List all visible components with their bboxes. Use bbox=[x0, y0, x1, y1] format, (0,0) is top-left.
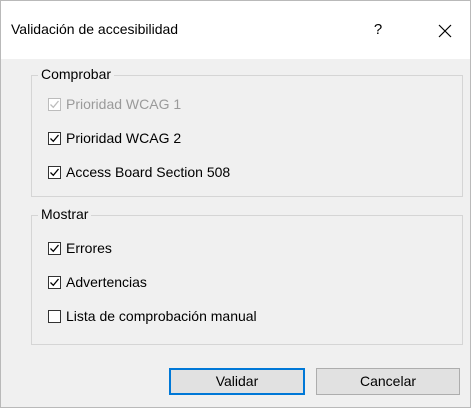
dialog-title: Validación de accesibilidad bbox=[11, 21, 179, 37]
wcag2-checkbox[interactable]: Prioridad WCAG 2 bbox=[48, 128, 181, 148]
show-group-legend: Mostrar bbox=[38, 206, 92, 222]
errors-label: Errores bbox=[66, 240, 112, 256]
checkbox-box bbox=[48, 165, 61, 179]
check-icon bbox=[50, 100, 60, 108]
cancel-button[interactable]: Cancelar bbox=[316, 368, 460, 395]
errors-checkbox[interactable]: Errores bbox=[48, 238, 112, 258]
checkbox-box bbox=[48, 309, 61, 323]
warnings-checkbox[interactable]: Advertencias bbox=[48, 272, 147, 292]
checkbox-box bbox=[48, 275, 61, 289]
checkbox-box bbox=[48, 97, 61, 111]
validate-button[interactable]: Validar bbox=[169, 368, 305, 395]
check-group: Comprobar Prioridad WCAG 1 Prioridad WCA… bbox=[31, 66, 463, 197]
warnings-label: Advertencias bbox=[66, 274, 147, 290]
title-bar: Validación de accesibilidad ? bbox=[1, 1, 470, 59]
wcag1-checkbox[interactable]: Prioridad WCAG 1 bbox=[48, 94, 181, 114]
manual-checklist-label: Lista de comprobación manual bbox=[66, 308, 257, 324]
check-icon bbox=[50, 278, 60, 286]
manual-checklist-checkbox[interactable]: Lista de comprobación manual bbox=[48, 306, 257, 326]
check-icon bbox=[50, 168, 60, 176]
section508-checkbox[interactable]: Access Board Section 508 bbox=[48, 162, 230, 182]
checkbox-box bbox=[48, 241, 61, 255]
check-icon bbox=[50, 134, 60, 142]
checkbox-box bbox=[48, 131, 61, 145]
check-icon bbox=[50, 244, 60, 252]
wcag2-label: Prioridad WCAG 2 bbox=[66, 130, 182, 146]
help-button[interactable]: ? bbox=[363, 15, 393, 45]
wcag1-label: Prioridad WCAG 1 bbox=[66, 96, 182, 112]
close-button[interactable] bbox=[428, 14, 462, 46]
accessibility-validation-dialog: Validación de accesibilidad ? Comprobar … bbox=[0, 0, 471, 408]
check-group-legend: Comprobar bbox=[38, 66, 115, 82]
show-group: Mostrar Errores Advertencias Lista de co… bbox=[31, 206, 463, 345]
section508-label: Access Board Section 508 bbox=[66, 164, 231, 180]
close-icon bbox=[438, 24, 452, 38]
